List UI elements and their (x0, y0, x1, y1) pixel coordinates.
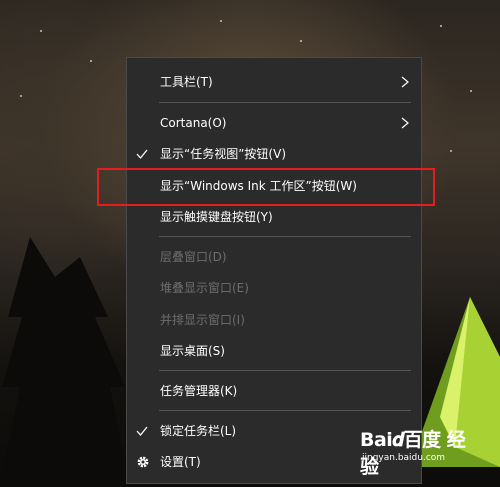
menu-item-label: 层叠窗口(D) (160, 250, 227, 264)
chevron-right-icon (401, 117, 409, 129)
menu-item-toolbars[interactable]: 工具栏(T) (127, 67, 421, 97)
menu-item-label: 锁定任务栏(L) (160, 424, 237, 438)
menu-item-label: Cortana(O) (160, 116, 227, 130)
menu-item-label: 并排显示窗口(I) (160, 313, 245, 327)
baidu-jingyan-watermark: Bai𝒅百度 经验 jingyan.baidu.com (360, 425, 476, 478)
menu-item-label: 工具栏(T) (160, 75, 213, 89)
watermark-logo: Bai𝒅百度 经验 (360, 429, 466, 478)
menu-item-side-by-side[interactable]: 并排显示窗口(I) (127, 305, 421, 335)
highlight-box (97, 168, 435, 206)
menu-item-label: 显示触摸键盘按钮(Y) (160, 210, 273, 224)
menu-item-label: 显示桌面(S) (160, 344, 225, 358)
checkmark-icon (136, 149, 148, 160)
menu-item-label: 任务管理器(K) (160, 384, 238, 398)
menu-item-stack-windows[interactable]: 堆叠显示窗口(E) (127, 273, 421, 303)
menu-item-label: 显示“任务视图”按钮(V) (160, 147, 287, 161)
menu-separator (159, 370, 411, 371)
menu-item-show-desktop[interactable]: 显示桌面(S) (127, 336, 421, 366)
watermark-url: jingyan.baidu.com (362, 453, 446, 463)
gear-icon (137, 456, 149, 468)
menu-item-show-touch-keyboard[interactable]: 显示触摸键盘按钮(Y) (127, 202, 421, 232)
menu-item-label: 堆叠显示窗口(E) (160, 281, 249, 295)
chevron-right-icon (401, 76, 409, 88)
checkmark-icon (136, 426, 148, 437)
menu-item-cascade-windows[interactable]: 层叠窗口(D) (127, 242, 421, 272)
menu-item-task-manager[interactable]: 任务管理器(K) (127, 376, 421, 406)
taskbar-context-menu: 工具栏(T) Cortana(O) 显示“任务视图”按钮(V) 显示“Windo… (126, 57, 422, 484)
menu-separator (159, 410, 411, 411)
menu-item-cortana[interactable]: Cortana(O) (127, 108, 421, 138)
menu-item-label: 设置(T) (160, 455, 201, 469)
menu-separator (159, 236, 411, 237)
menu-item-show-task-view[interactable]: 显示“任务视图”按钮(V) (127, 139, 421, 169)
menu-separator (159, 102, 411, 103)
